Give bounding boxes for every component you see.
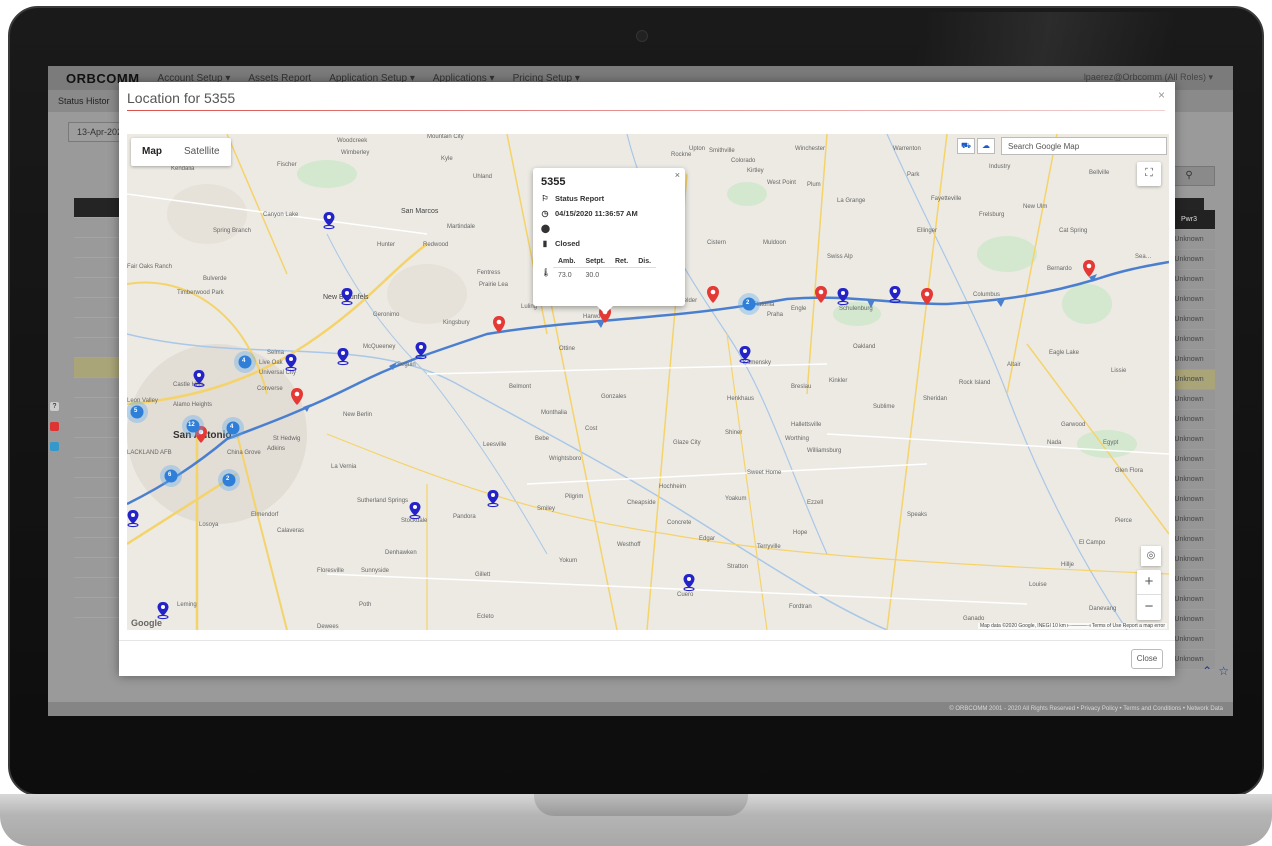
webcam xyxy=(636,30,648,42)
red-marker[interactable] xyxy=(493,316,505,333)
blue-marker[interactable] xyxy=(340,287,354,306)
temp-value xyxy=(633,268,656,284)
info-door-row: ▮ Closed xyxy=(541,239,677,248)
cluster-count: 12 xyxy=(188,422,195,428)
flag-icon: ⚐ xyxy=(541,194,549,203)
close-button[interactable]: Close xyxy=(1131,649,1163,669)
info-event: Status Report xyxy=(555,194,605,203)
blue-marker[interactable] xyxy=(408,501,422,520)
cluster-count: 2 xyxy=(746,300,750,306)
red-marker[interactable] xyxy=(1083,260,1095,277)
modal-title-divider xyxy=(127,110,1165,111)
info-window-close-icon[interactable]: × xyxy=(675,170,680,180)
help-icon[interactable]: ? xyxy=(50,402,59,411)
blue-marker[interactable] xyxy=(127,509,140,528)
red-marker[interactable] xyxy=(815,286,827,303)
map-tools: ⛟ ☁ xyxy=(957,138,995,154)
clock-icon: ◷ xyxy=(541,209,549,218)
blue-marker[interactable] xyxy=(156,601,170,620)
temp-value: 30.0 xyxy=(585,272,600,279)
laptop-notch xyxy=(534,794,748,816)
weather-layer-icon[interactable]: ☁ xyxy=(977,138,995,154)
info-event-row: ⚐ Status Report xyxy=(541,194,677,203)
door-icon: ▮ xyxy=(542,239,548,248)
google-logo: Google xyxy=(131,618,162,628)
info-time-row: ◷ 04/15/2020 11:36:57 AM xyxy=(541,209,677,218)
zoom-out-button[interactable]: − xyxy=(1137,595,1161,620)
temperature-table: Amb. Setpt. Ret. Dis. 73.0 30.0 xyxy=(553,256,657,284)
marker-cluster[interactable] xyxy=(127,401,148,423)
location-pin-icon: ⬤ xyxy=(541,224,550,233)
red-marker[interactable] xyxy=(921,288,933,305)
red-marker[interactable] xyxy=(707,286,719,303)
blue-marker[interactable] xyxy=(192,369,206,388)
page-footer: © ORBCOMM 2001 - 2020 All Rights Reserve… xyxy=(48,702,1233,716)
cluster-count: 5 xyxy=(134,408,138,414)
blue-marker[interactable] xyxy=(284,353,298,372)
laptop-frame: ORBCOMM Account Setup ▾ Assets Report Ap… xyxy=(0,0,1272,846)
blue-marker[interactable] xyxy=(336,347,350,366)
chevron-icon[interactable]: ⌃ xyxy=(1202,664,1212,678)
temp-header: Amb. xyxy=(553,256,581,268)
info-timestamp: 04/15/2020 11:36:57 AM xyxy=(555,209,638,218)
fullscreen-icon[interactable]: ⛶ xyxy=(1137,162,1161,186)
thermometer-icon: 🌡 xyxy=(541,268,552,277)
location-modal: Location for 5355 × Woodcreek Mountain C… xyxy=(119,82,1175,676)
my-location-icon[interactable]: ◎ xyxy=(1141,546,1161,566)
blue-marker[interactable] xyxy=(486,489,500,508)
alert-icon[interactable] xyxy=(50,422,59,431)
zoom-in-button[interactable]: + xyxy=(1137,570,1161,595)
bezel-shine xyxy=(836,12,1256,72)
bottom-right-icons: ⌃ ☆ xyxy=(1202,664,1229,678)
blue-marker[interactable] xyxy=(836,287,850,306)
temp-header: Setpt. xyxy=(580,256,610,268)
zoom-control: + − xyxy=(1137,570,1161,620)
side-toolbar: ? xyxy=(50,402,60,462)
temp-header: Dis. xyxy=(633,256,657,268)
temp-value xyxy=(610,268,633,284)
cluster-count: 4 xyxy=(242,358,246,364)
blue-marker[interactable] xyxy=(888,285,902,304)
info-door-status: Closed xyxy=(555,239,581,248)
info-window: × 5355 ⚐ Status Report ◷ 04/15/2020 11:3… xyxy=(533,168,685,314)
blue-marker[interactable] xyxy=(414,341,428,360)
modal-close-x-icon[interactable]: × xyxy=(1158,88,1165,102)
info-location-row: ⬤ xyxy=(541,224,677,233)
map-type-control: Map Satellite xyxy=(131,138,231,166)
google-map[interactable]: Woodcreek Mountain City Wimberley Fische… xyxy=(127,134,1169,630)
chat-icon[interactable] xyxy=(50,442,59,451)
blue-marker[interactable] xyxy=(322,211,336,230)
map-attribution[interactable]: Map data ©2020 Google, INEGI 10 km ⟝———⟞… xyxy=(977,623,1167,629)
temp-value: 73.0 xyxy=(558,272,572,279)
modal-footer: Close xyxy=(119,640,1175,676)
traffic-layer-icon[interactable]: ⛟ xyxy=(957,138,975,154)
map-type-satellite-button[interactable]: Satellite xyxy=(173,138,231,166)
modal-title: Location for 5355 xyxy=(127,90,236,106)
blue-marker[interactable] xyxy=(738,345,752,364)
cluster-count: 2 xyxy=(226,476,230,482)
map-type-map-button[interactable]: Map xyxy=(131,138,173,166)
info-asset-id: 5355 xyxy=(541,176,566,188)
cluster-count: 4 xyxy=(230,424,234,430)
red-marker[interactable] xyxy=(291,388,303,405)
temp-header: Ret. xyxy=(609,256,634,268)
star-icon[interactable]: ☆ xyxy=(1218,664,1229,678)
map-search-input[interactable] xyxy=(1001,137,1167,155)
blue-marker[interactable] xyxy=(682,573,696,592)
cluster-count: 6 xyxy=(168,472,172,478)
